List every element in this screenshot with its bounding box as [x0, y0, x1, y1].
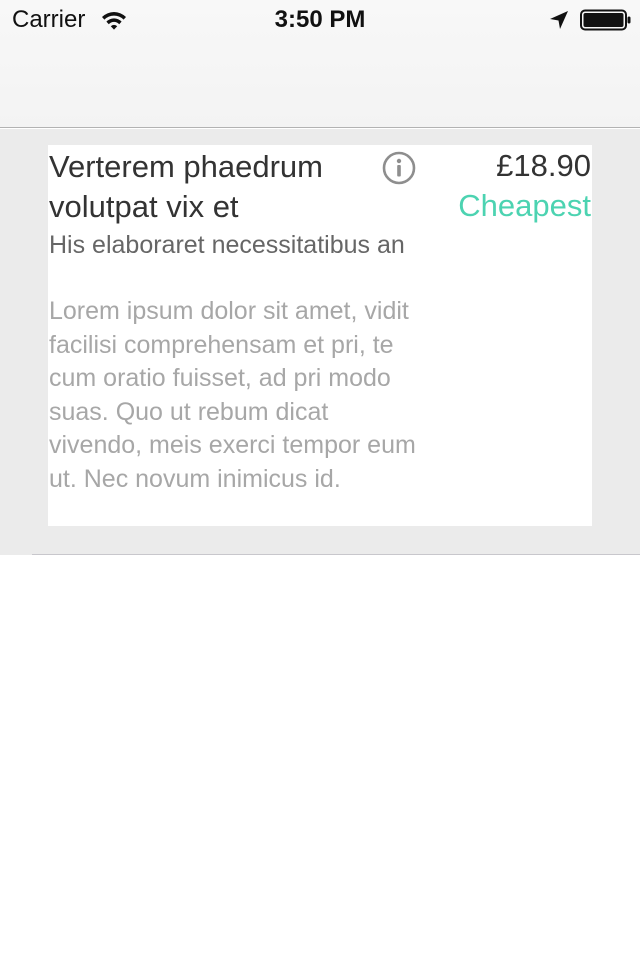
item-price: £18.90 [496, 148, 591, 183]
item-title: Verterem phaedrum volutpat vix et [49, 149, 323, 224]
status-bar: Carrier 3:50 PM [0, 0, 640, 40]
battery-icon [580, 9, 631, 31]
info-icon[interactable] [382, 151, 416, 185]
item-description: Lorem ipsum dolor sit amet, vidit facili… [49, 297, 416, 493]
item-subtitle: His elaboraret necessitatibus an [49, 231, 405, 259]
list-item[interactable]: Verterem phaedrum volutpat vix et £18.90… [48, 145, 592, 526]
location-arrow-icon [550, 11, 568, 29]
row-separator [32, 554, 640, 555]
clock: 3:50 PM [274, 6, 366, 33]
navigation-bar: Carrier 3:50 PM [0, 0, 640, 128]
cheapest-badge: Cheapest [458, 188, 591, 223]
